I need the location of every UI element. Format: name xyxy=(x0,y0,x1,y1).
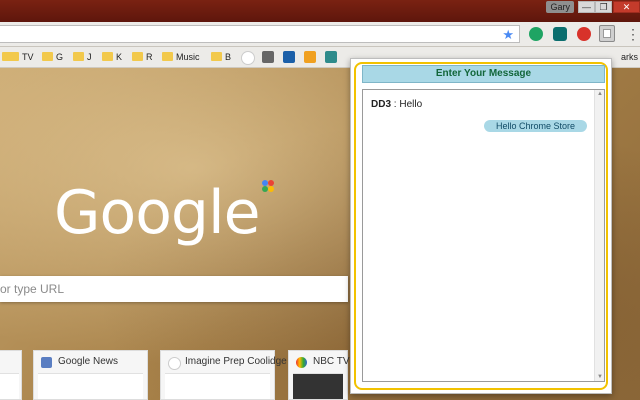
scroll-down-arrow-icon[interactable]: ▼ xyxy=(596,374,604,380)
blue-bookmark-icon[interactable] xyxy=(283,51,295,63)
bookmark-folder-b[interactable]: B xyxy=(211,49,231,65)
restore-button[interactable]: ❐ xyxy=(595,1,612,13)
other-bookmarks[interactable]: arks xyxy=(621,49,638,65)
amazon-bookmark-icon[interactable] xyxy=(304,51,316,63)
title-bar: Gary — ❐ ✕ xyxy=(0,0,640,22)
red-extension-icon[interactable] xyxy=(577,27,591,41)
folder-icon xyxy=(73,52,84,61)
chrome-menu-icon[interactable]: ⋮ xyxy=(626,25,640,43)
minimize-button[interactable]: — xyxy=(578,1,595,13)
bookmark-folder-r[interactable]: R xyxy=(132,49,153,65)
nbc-peacock-icon xyxy=(296,357,307,368)
folder-icon xyxy=(132,52,143,61)
tile-thumbnail xyxy=(0,373,19,399)
dd3-chat-popup: Enter Your Message DD3 : Hello Hello Chr… xyxy=(350,58,612,394)
scroll-up-arrow-icon[interactable]: ▲ xyxy=(596,91,604,97)
address-bar[interactable]: ★ xyxy=(0,25,520,43)
google-g-icon xyxy=(168,357,181,370)
teal-extension-icon[interactable] xyxy=(553,27,567,41)
bookmark-folder-g[interactable]: G xyxy=(42,49,63,65)
most-visited-tile-0[interactable] xyxy=(0,350,22,400)
folder-icon xyxy=(162,52,173,61)
google-dots-icon xyxy=(262,180,274,192)
tile-thumbnail xyxy=(165,373,270,399)
incoming-message: DD3 : Hello xyxy=(371,99,422,110)
google-logo: Google xyxy=(54,178,261,248)
google-bookmark-icon[interactable] xyxy=(241,51,255,65)
most-visited-tile-nbc-tv[interactable]: NBC TV xyxy=(288,350,350,400)
outgoing-message: Hello Chrome Store xyxy=(483,120,587,132)
popup-header: Enter Your Message xyxy=(362,65,605,83)
most-visited-tile-imagine-prep[interactable]: Imagine Prep Coolidge xyxy=(160,350,287,400)
most-visited-tile-google-news[interactable]: Google News xyxy=(33,350,148,400)
bookmark-folder-k[interactable]: K xyxy=(102,49,122,65)
bookmark-star-icon[interactable]: ★ xyxy=(502,27,514,42)
green-extension-icon[interactable] xyxy=(529,27,543,41)
chat-log[interactable]: DD3 : Hello Hello Chrome Store ▲ ▼ xyxy=(362,89,605,382)
folder-icon xyxy=(211,52,222,61)
message-sender: DD3 xyxy=(371,99,392,110)
folder-icon xyxy=(102,52,113,61)
tile-thumbnail xyxy=(293,373,343,399)
search-box[interactable] xyxy=(0,276,348,302)
folder-icon xyxy=(8,52,19,61)
teal-bookmark-icon[interactable] xyxy=(325,51,337,63)
dd3-chat-extension-icon[interactable] xyxy=(599,25,615,42)
profile-button[interactable]: Gary xyxy=(546,1,574,13)
bookmark-folder-music[interactable]: Music xyxy=(162,49,200,65)
search-input[interactable] xyxy=(0,276,340,302)
folder-icon xyxy=(42,52,53,61)
google-news-icon xyxy=(41,357,52,368)
message-text: Hello xyxy=(399,99,423,110)
grey-bookmark-icon[interactable] xyxy=(262,51,274,63)
bookmark-folder-j[interactable]: J xyxy=(73,49,92,65)
close-button[interactable]: ✕ xyxy=(613,1,640,13)
bookmark-folder-tv[interactable]: TV xyxy=(8,49,34,65)
tile-thumbnail xyxy=(38,373,143,399)
browser-toolbar: ★ ⋮ xyxy=(0,22,640,47)
chat-scrollbar[interactable]: ▲ ▼ xyxy=(594,90,604,381)
